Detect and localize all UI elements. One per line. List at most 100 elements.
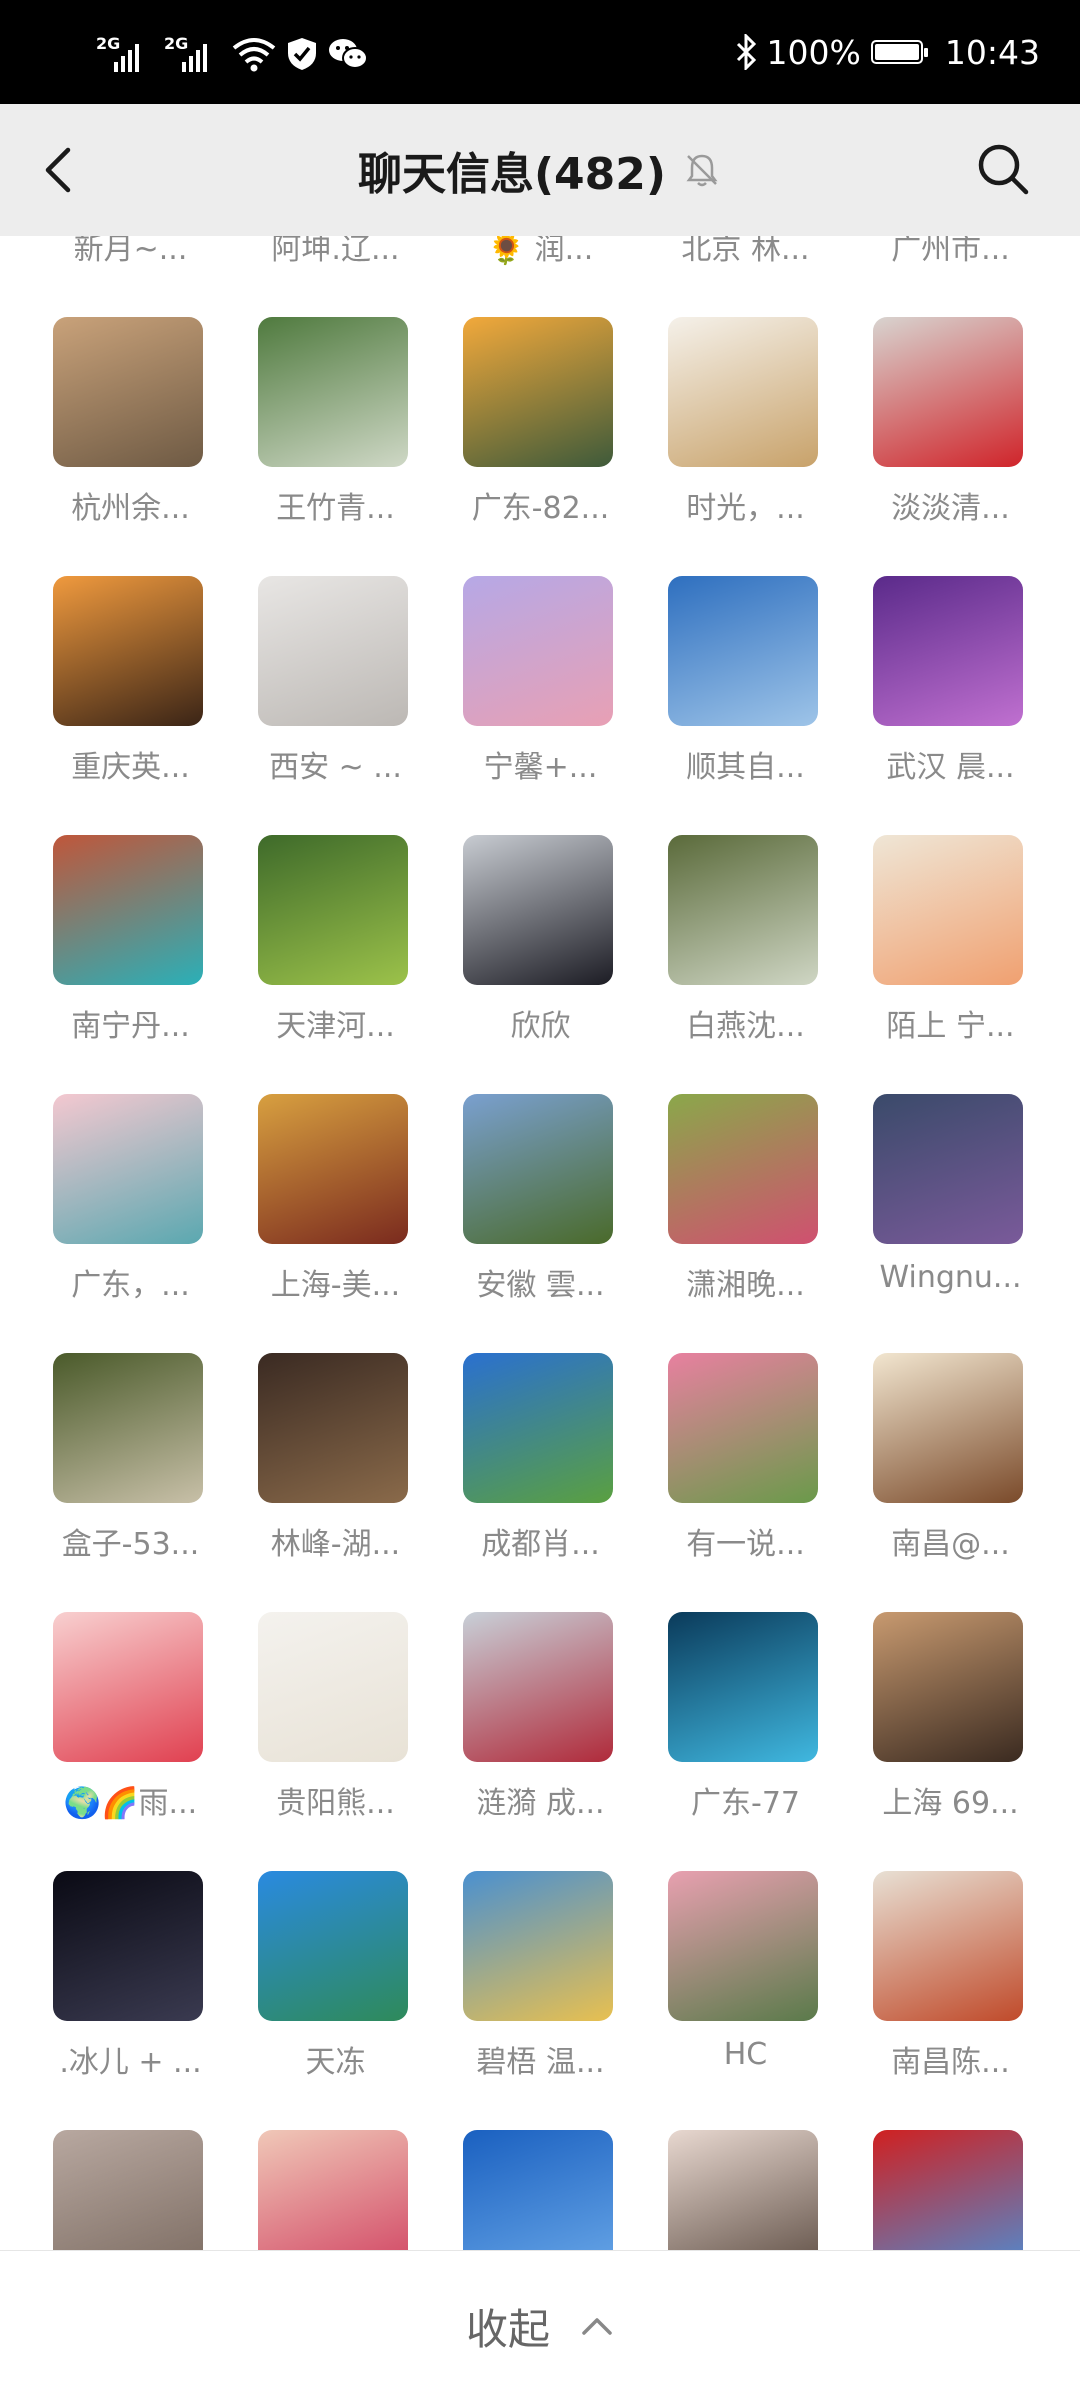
member-item[interactable] — [438, 2130, 643, 2250]
member-item[interactable]: 广东-82... — [438, 317, 643, 576]
member-name: 陌上 宁... — [886, 1009, 1015, 1044]
member-item[interactable]: 新月~... — [28, 236, 233, 317]
member-name: .冰儿 + ... — [59, 2045, 202, 2080]
avatar — [53, 835, 203, 985]
member-name: 安徽 雲... — [476, 1268, 605, 1303]
member-item[interactable]: 陌上 宁... — [848, 835, 1053, 1094]
avatar — [873, 1094, 1023, 1244]
member-item[interactable]: 西安 ~ ... — [233, 576, 438, 835]
member-item[interactable]: 林峰-湖... — [233, 1353, 438, 1612]
member-item[interactable]: 碧梧 温... — [438, 1871, 643, 2130]
member-name: 盒子-53... — [61, 1527, 200, 1562]
page-title-container: 聊天信息(482) — [0, 138, 1080, 202]
member-item[interactable]: 广东-77 — [643, 1612, 848, 1871]
member-name: 南昌@... — [891, 1527, 1010, 1562]
member-name: 有一说... — [686, 1527, 805, 1562]
member-item[interactable]: 成都肖... — [438, 1353, 643, 1612]
member-item[interactable]: 杭州余... — [28, 317, 233, 576]
member-name: 上海 69... — [882, 1786, 1019, 1821]
member-item[interactable]: Wingnu... — [848, 1094, 1053, 1353]
member-name: 淡淡清... — [891, 491, 1010, 526]
member-name: 白燕沈... — [686, 1009, 805, 1044]
member-item[interactable]: 上海-美... — [233, 1094, 438, 1353]
member-item[interactable]: 天冻 — [233, 1871, 438, 2130]
member-item[interactable]: 盒子-53... — [28, 1353, 233, 1612]
member-name: 🌍🌈雨... — [63, 1786, 198, 1821]
signal-icon: 2G — [164, 34, 222, 74]
chevron-up-icon — [582, 2318, 612, 2335]
member-name: 顺其自... — [686, 750, 805, 785]
member-item[interactable]: 🌍🌈雨... — [28, 1612, 233, 1871]
member-name: 北京 林... — [681, 236, 810, 267]
avatar — [873, 317, 1023, 467]
member-item[interactable]: 上海 69... — [848, 1612, 1053, 1871]
member-item[interactable]: 有一说... — [643, 1353, 848, 1612]
collapse-button[interactable]: 收起 — [0, 2250, 1080, 2401]
avatar — [53, 1612, 203, 1762]
member-item[interactable]: 🌻 润... — [438, 236, 643, 317]
avatar — [53, 1094, 203, 1244]
member-item[interactable]: 安徽 雲... — [438, 1094, 643, 1353]
avatar — [668, 317, 818, 467]
member-item[interactable] — [643, 2130, 848, 2250]
member-name: 广州市... — [891, 236, 1010, 267]
member-grid-viewport[interactable]: 新月~... 阿坤.辽... 🌻 润... 北京 林... 广州市... 杭州余... 王竹… — [0, 236, 1080, 2250]
member-item[interactable]: 时光，... — [643, 317, 848, 576]
member-name: 王竹青... — [276, 491, 395, 526]
member-item[interactable]: 北京 林... — [643, 236, 848, 317]
avatar — [258, 1871, 408, 2021]
member-item[interactable]: HC — [643, 1871, 848, 2130]
avatar — [258, 835, 408, 985]
member-item[interactable]: 广东，... — [28, 1094, 233, 1353]
member-item[interactable]: 广州市... — [848, 236, 1053, 317]
avatar — [668, 1353, 818, 1503]
avatar — [53, 1353, 203, 1503]
member-name: 杭州余... — [71, 491, 190, 526]
member-item[interactable]: 宁馨+... — [438, 576, 643, 835]
avatar — [258, 576, 408, 726]
avatar — [258, 317, 408, 467]
status-left: 2G 2G — [96, 28, 368, 80]
member-item[interactable]: 阿坤.辽... — [233, 236, 438, 317]
member-item[interactable]: 王竹青... — [233, 317, 438, 576]
search-button[interactable] — [974, 140, 1032, 198]
battery-icon — [870, 40, 928, 64]
member-name: 广东-77 — [691, 1786, 800, 1821]
member-name: 碧梧 温... — [476, 2045, 605, 2080]
avatar — [463, 317, 613, 467]
member-grid: 新月~... 阿坤.辽... 🌻 润... 北京 林... 广州市... 杭州余... 王竹… — [0, 236, 1080, 2250]
member-item[interactable]: 白燕沈... — [643, 835, 848, 1094]
page-title: 聊天信息(482) — [357, 149, 667, 200]
member-item[interactable]: 欣欣 — [438, 835, 643, 1094]
shield-icon — [288, 38, 316, 70]
member-item[interactable]: 顺其自... — [643, 576, 848, 835]
member-item[interactable]: 南昌@... — [848, 1353, 1053, 1612]
member-item[interactable] — [28, 2130, 233, 2250]
member-item[interactable]: 南宁丹... — [28, 835, 233, 1094]
member-name: HC — [723, 2037, 768, 2072]
avatar — [463, 1094, 613, 1244]
member-item[interactable] — [848, 2130, 1053, 2250]
avatar — [463, 1612, 613, 1762]
member-item[interactable]: 重庆英... — [28, 576, 233, 835]
member-name: 宁馨+... — [483, 750, 598, 785]
avatar — [668, 2130, 818, 2250]
member-name: 武汉 晨... — [886, 750, 1015, 785]
member-item[interactable]: 南昌陈... — [848, 1871, 1053, 2130]
member-item[interactable]: 天津河... — [233, 835, 438, 1094]
member-name: 阿坤.辽... — [271, 236, 400, 267]
collapse-label: 收起 — [465, 2304, 550, 2354]
member-item[interactable]: 淡淡清... — [848, 317, 1053, 576]
search-icon — [978, 144, 1029, 195]
member-item[interactable]: 潇湘晚... — [643, 1094, 848, 1353]
member-item[interactable]: 武汉 晨... — [848, 576, 1053, 835]
bluetooth-icon — [736, 34, 756, 70]
member-item[interactable] — [233, 2130, 438, 2250]
avatar — [873, 1353, 1023, 1503]
member-item[interactable]: 涟漪 成... — [438, 1612, 643, 1871]
member-name: 涟漪 成... — [476, 1786, 605, 1821]
member-name: 贵阳熊... — [276, 1786, 395, 1821]
member-item[interactable]: .冰儿 + ... — [28, 1871, 233, 2130]
member-item[interactable]: 贵阳熊... — [233, 1612, 438, 1871]
avatar — [463, 835, 613, 985]
